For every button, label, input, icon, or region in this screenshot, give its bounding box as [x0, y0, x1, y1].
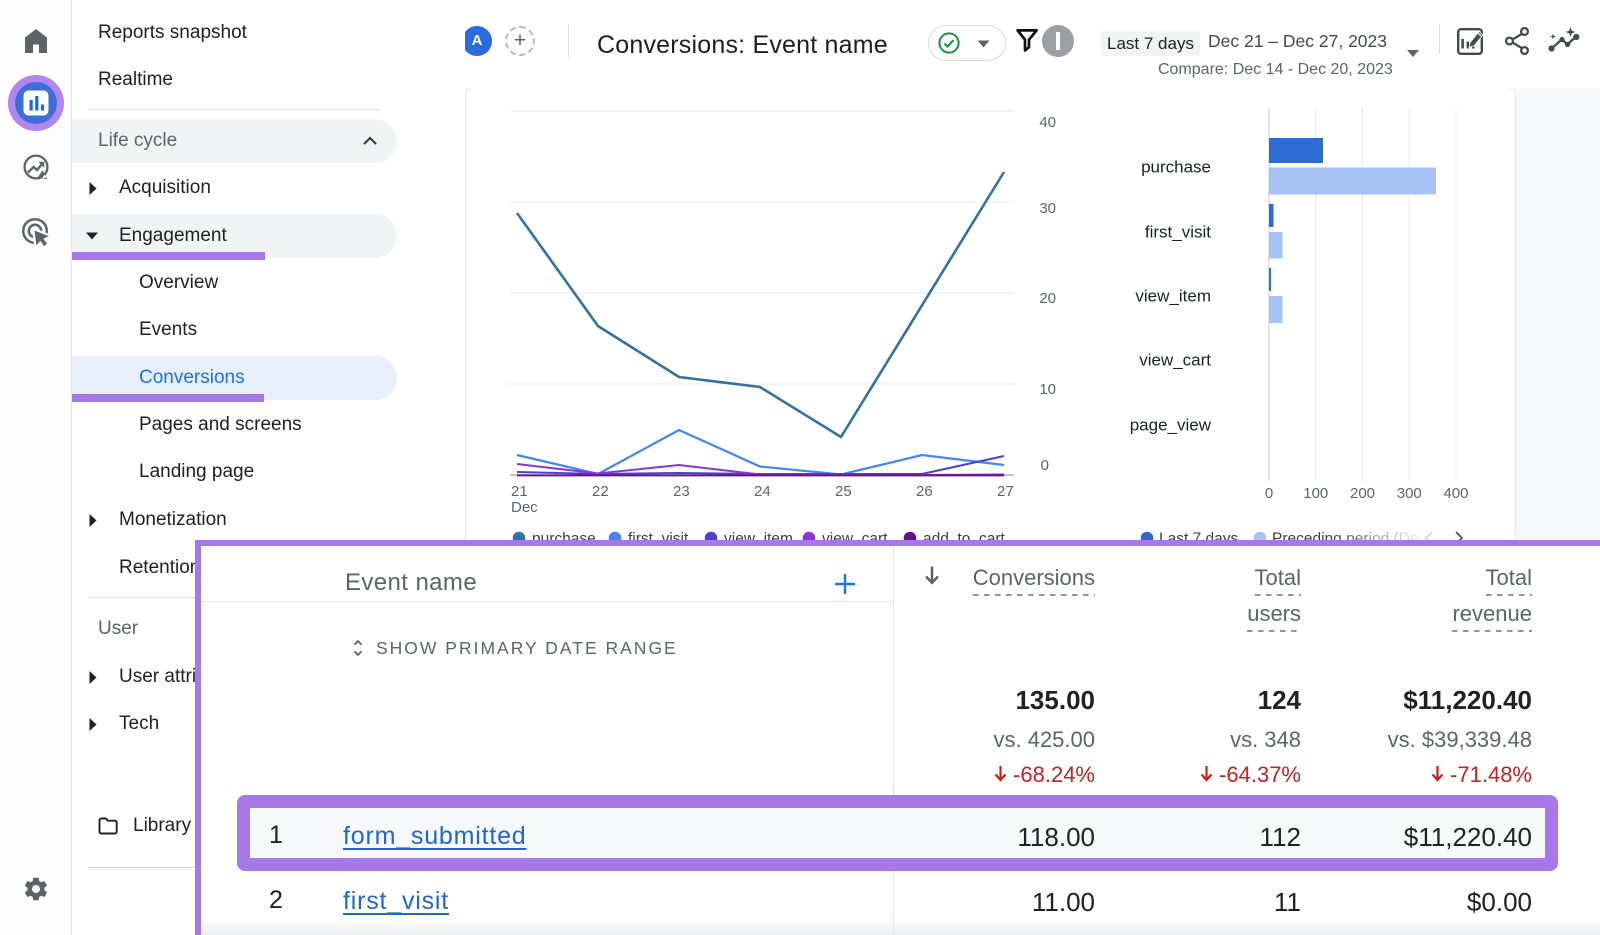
svg-text:Dec: Dec [511, 499, 538, 516]
svg-text:40: 40 [1039, 114, 1056, 131]
svg-text:view_item: view_item [1135, 287, 1211, 306]
svg-text:10: 10 [1039, 381, 1056, 398]
svg-text:24: 24 [754, 483, 771, 500]
svg-text:400: 400 [1443, 485, 1468, 502]
svg-text:0: 0 [1265, 485, 1273, 502]
svg-text:view_cart: view_cart [1139, 351, 1211, 370]
svg-text:20: 20 [1039, 290, 1056, 307]
svg-text:25: 25 [835, 483, 852, 500]
svg-text:first_visit: first_visit [1145, 223, 1211, 242]
svg-text:0: 0 [1041, 457, 1049, 474]
svg-text:page_view: page_view [1130, 416, 1212, 435]
svg-text:27: 27 [997, 483, 1014, 500]
svg-text:22: 22 [592, 483, 609, 500]
svg-text:26: 26 [916, 483, 933, 500]
svg-text:30: 30 [1039, 200, 1056, 217]
svg-text:300: 300 [1397, 485, 1422, 502]
svg-text:200: 200 [1350, 485, 1375, 502]
svg-text:100: 100 [1303, 485, 1328, 502]
svg-text:23: 23 [673, 483, 690, 500]
svg-text:purchase: purchase [1141, 158, 1211, 177]
svg-text:21: 21 [511, 483, 528, 500]
